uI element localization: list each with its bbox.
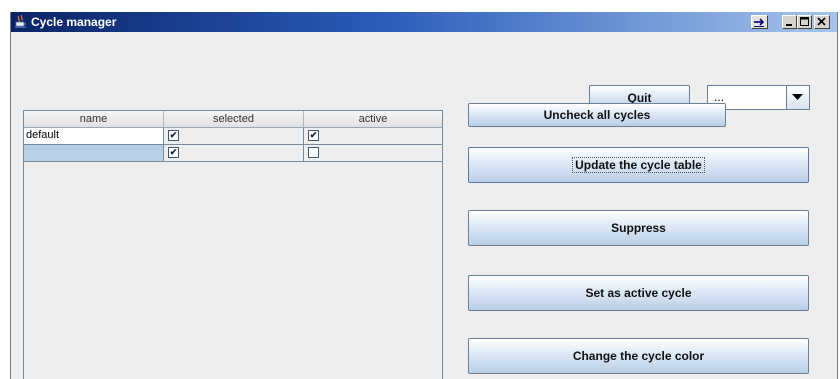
pin-arrow-icon xyxy=(754,18,765,27)
cell-name[interactable] xyxy=(24,145,164,161)
checkmark-icon: ✔ xyxy=(169,147,178,157)
uncheck-all-cycles-button[interactable]: Uncheck all cycles xyxy=(468,103,726,127)
selected-checkbox[interactable]: ✔ xyxy=(168,147,179,158)
cycle-manager-window: Cycle manager Quit ... name selected act… xyxy=(10,12,838,379)
window-title: Cycle manager xyxy=(31,15,117,29)
cell-name[interactable]: default xyxy=(24,128,164,144)
update-cycle-table-button[interactable]: Update the cycle table xyxy=(468,147,809,183)
title-bar[interactable]: Cycle manager xyxy=(11,12,837,32)
maximize-button[interactable] xyxy=(797,15,812,29)
column-header-active[interactable]: active xyxy=(304,111,442,127)
update-label: Update the cycle table xyxy=(572,157,705,173)
column-header-name[interactable]: name xyxy=(24,111,164,127)
minimize-button[interactable] xyxy=(782,15,797,29)
combobox-arrow-button[interactable] xyxy=(786,86,809,109)
column-header-selected[interactable]: selected xyxy=(164,111,304,127)
table-row[interactable]: default ✔ ✔ xyxy=(24,128,442,145)
maximize-icon xyxy=(800,17,809,26)
set-active-cycle-button[interactable]: Set as active cycle xyxy=(468,275,809,311)
suppress-label: Suppress xyxy=(611,221,666,235)
java-cup-icon xyxy=(15,15,26,28)
selected-checkbox[interactable]: ✔ xyxy=(168,130,179,141)
uncheck-all-label: Uncheck all cycles xyxy=(543,108,651,122)
cell-active[interactable] xyxy=(304,145,442,161)
table-header: name selected active xyxy=(24,111,442,128)
combobox-value: ... xyxy=(714,90,725,104)
set-active-label: Set as active cycle xyxy=(585,286,692,300)
checkmark-icon: ✔ xyxy=(169,130,178,140)
pin-button[interactable] xyxy=(751,15,768,29)
minimize-icon xyxy=(786,24,792,26)
suppress-button[interactable]: Suppress xyxy=(468,210,809,246)
cell-selected[interactable]: ✔ xyxy=(164,128,304,144)
checkmark-icon: ✔ xyxy=(309,130,318,140)
cell-selected[interactable]: ✔ xyxy=(164,145,304,161)
table-row[interactable]: ✔ xyxy=(24,145,442,162)
active-checkbox[interactable]: ✔ xyxy=(308,130,319,141)
close-button[interactable] xyxy=(814,15,830,29)
dropdown-arrow-icon xyxy=(792,94,803,100)
change-color-label: Change the cycle color xyxy=(572,349,705,363)
cell-active[interactable]: ✔ xyxy=(304,128,442,144)
active-checkbox[interactable] xyxy=(308,147,319,158)
change-cycle-color-button[interactable]: Change the cycle color xyxy=(468,338,809,374)
close-icon xyxy=(817,17,826,26)
cycle-table[interactable]: name selected active default ✔ ✔ ✔ xyxy=(23,110,443,379)
